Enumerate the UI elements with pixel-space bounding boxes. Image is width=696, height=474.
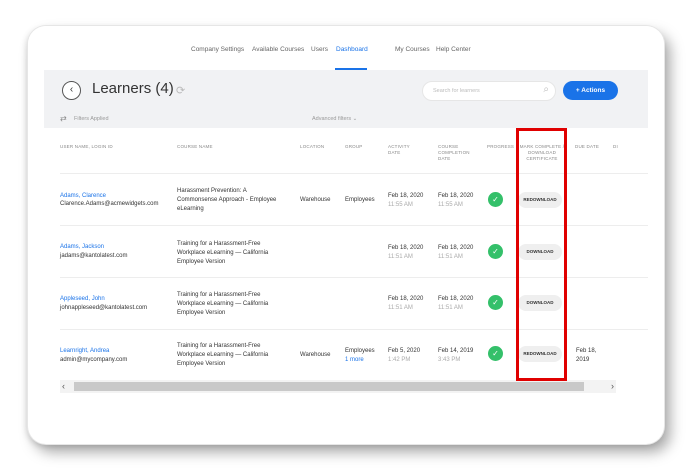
activity-date: Feb 18, 2020	[388, 245, 424, 251]
course-name-line: Employee Version	[177, 310, 226, 316]
completion-time: 11:51 AM	[438, 305, 463, 311]
scrollbar-thumb[interactable]	[74, 382, 584, 391]
column-header-user[interactable]: USER NAME, LOGIN ID	[60, 144, 113, 150]
group-more-link[interactable]: 1 more	[345, 356, 364, 364]
location: Warehouse	[300, 197, 331, 203]
advanced-filters-toggle[interactable]: Advanced filters ⌄	[312, 116, 357, 122]
course-name-line: Training for a Harassment-Free	[177, 292, 261, 298]
activity-time: 11:51 AM	[388, 254, 413, 260]
course-name-line: Commonsense Approach - Employee	[177, 197, 277, 203]
course-name-line: eLearning	[177, 206, 204, 212]
course-name-line: Workplace eLearning — California	[177, 250, 269, 256]
learners-window: Company Settings Available Courses Users…	[28, 26, 664, 444]
column-header-course[interactable]: COURSE NAME	[177, 144, 213, 150]
page-title: Learners (4)	[92, 80, 174, 97]
learner-name[interactable]: Adams, Clarence	[60, 192, 106, 200]
progress-complete-check-icon: ✓	[488, 244, 503, 259]
activity-time: 11:55 AM	[388, 202, 413, 208]
learner-login: admin@mycompany.com	[60, 357, 128, 363]
column-header-extra[interactable]: DI	[613, 144, 618, 150]
progress-complete-check-icon: ✓	[488, 192, 503, 207]
nav-help-center[interactable]: Help Center	[436, 46, 471, 53]
nav-company-settings[interactable]: Company Settings	[191, 46, 244, 53]
refresh-icon[interactable]: ⟳	[176, 84, 185, 97]
horizontal-scrollbar[interactable]: ‹ ›	[60, 380, 616, 393]
course-name-line: Workplace eLearning — California	[177, 301, 269, 307]
learner-name[interactable]: Adams, Jackson	[60, 243, 104, 251]
activity-date: Feb 18, 2020	[388, 193, 424, 199]
completion-time: 11:55 AM	[438, 202, 463, 208]
highlight-box	[516, 128, 567, 381]
due-date-year: 2019	[576, 357, 590, 363]
top-navigation: Company Settings Available Courses Users…	[28, 26, 664, 70]
chevron-left-icon: ‹	[69, 84, 74, 95]
completion-date: Feb 18, 2020	[438, 193, 474, 199]
nav-dashboard[interactable]: Dashboard	[336, 46, 368, 53]
progress-complete-check-icon: ✓	[488, 295, 503, 310]
filters-applied-label[interactable]: Filters Applied	[74, 116, 109, 122]
course-name-line: Training for a Harassment-Free	[177, 343, 261, 349]
filter-icon[interactable]: ⇄	[60, 114, 67, 123]
course-name-line: Workplace eLearning — California	[177, 352, 269, 358]
completion-date: Feb 18, 2020	[438, 296, 474, 302]
column-header-activity-date[interactable]: ACTIVITY DATE	[388, 144, 422, 156]
back-button[interactable]: ‹	[62, 81, 81, 100]
completion-time: 11:51 AM	[438, 254, 463, 260]
nav-available-courses[interactable]: Available Courses	[252, 46, 304, 53]
filters-row: ⇄ Filters Applied Advanced filters ⌄	[44, 114, 648, 128]
activity-time: 11:51 AM	[388, 305, 413, 311]
learner-login: johnappleseed@kantolatest.com	[60, 305, 148, 311]
completion-date: Feb 14, 2019	[438, 348, 474, 354]
search-input[interactable]: Search for learners ⌕	[422, 81, 556, 101]
column-header-completion-date[interactable]: COURSE COMPLETION DATE	[438, 144, 478, 162]
group: Employees	[345, 197, 375, 203]
nav-my-courses[interactable]: My Courses	[395, 46, 430, 53]
scroll-right-arrow-icon[interactable]: ›	[611, 380, 614, 393]
course-name-line: Harassment Prevention: A	[177, 188, 247, 194]
activity-date: Feb 18, 2020	[388, 296, 424, 302]
search-placeholder: Search for learners	[433, 88, 480, 94]
completion-date: Feb 18, 2020	[438, 245, 474, 251]
column-header-due-date[interactable]: DUE DATE	[575, 144, 599, 150]
scroll-left-arrow-icon[interactable]: ‹	[62, 380, 65, 393]
location: Warehouse	[300, 352, 331, 358]
activity-date: Feb 5, 2020	[388, 348, 421, 354]
course-name-line: Employee Version	[177, 361, 226, 367]
completion-time: 3:43 PM	[438, 357, 461, 363]
group: Employees	[345, 348, 375, 354]
learner-login: jadams@kantolatest.com	[60, 253, 128, 259]
learner-name[interactable]: Appleseed, John	[60, 295, 105, 303]
nav-users[interactable]: Users	[311, 46, 328, 53]
course-name-line: Training for a Harassment-Free	[177, 241, 261, 247]
due-date: Feb 18,	[576, 348, 597, 354]
column-header-location[interactable]: LOCATION	[300, 144, 324, 150]
learner-login: Clarence.Adams@acmewidgets.com	[60, 201, 159, 207]
column-header-progress[interactable]: PROGRESS	[487, 144, 514, 150]
search-icon: ⌕	[543, 84, 549, 95]
progress-complete-check-icon: ✓	[488, 346, 503, 361]
learner-name[interactable]: Learnright, Andrea	[60, 347, 109, 355]
column-header-group[interactable]: GROUP	[345, 144, 363, 150]
activity-time: 1:42 PM	[388, 357, 411, 363]
course-name-line: Employee Version	[177, 259, 226, 265]
actions-button[interactable]: + Actions	[563, 81, 618, 100]
